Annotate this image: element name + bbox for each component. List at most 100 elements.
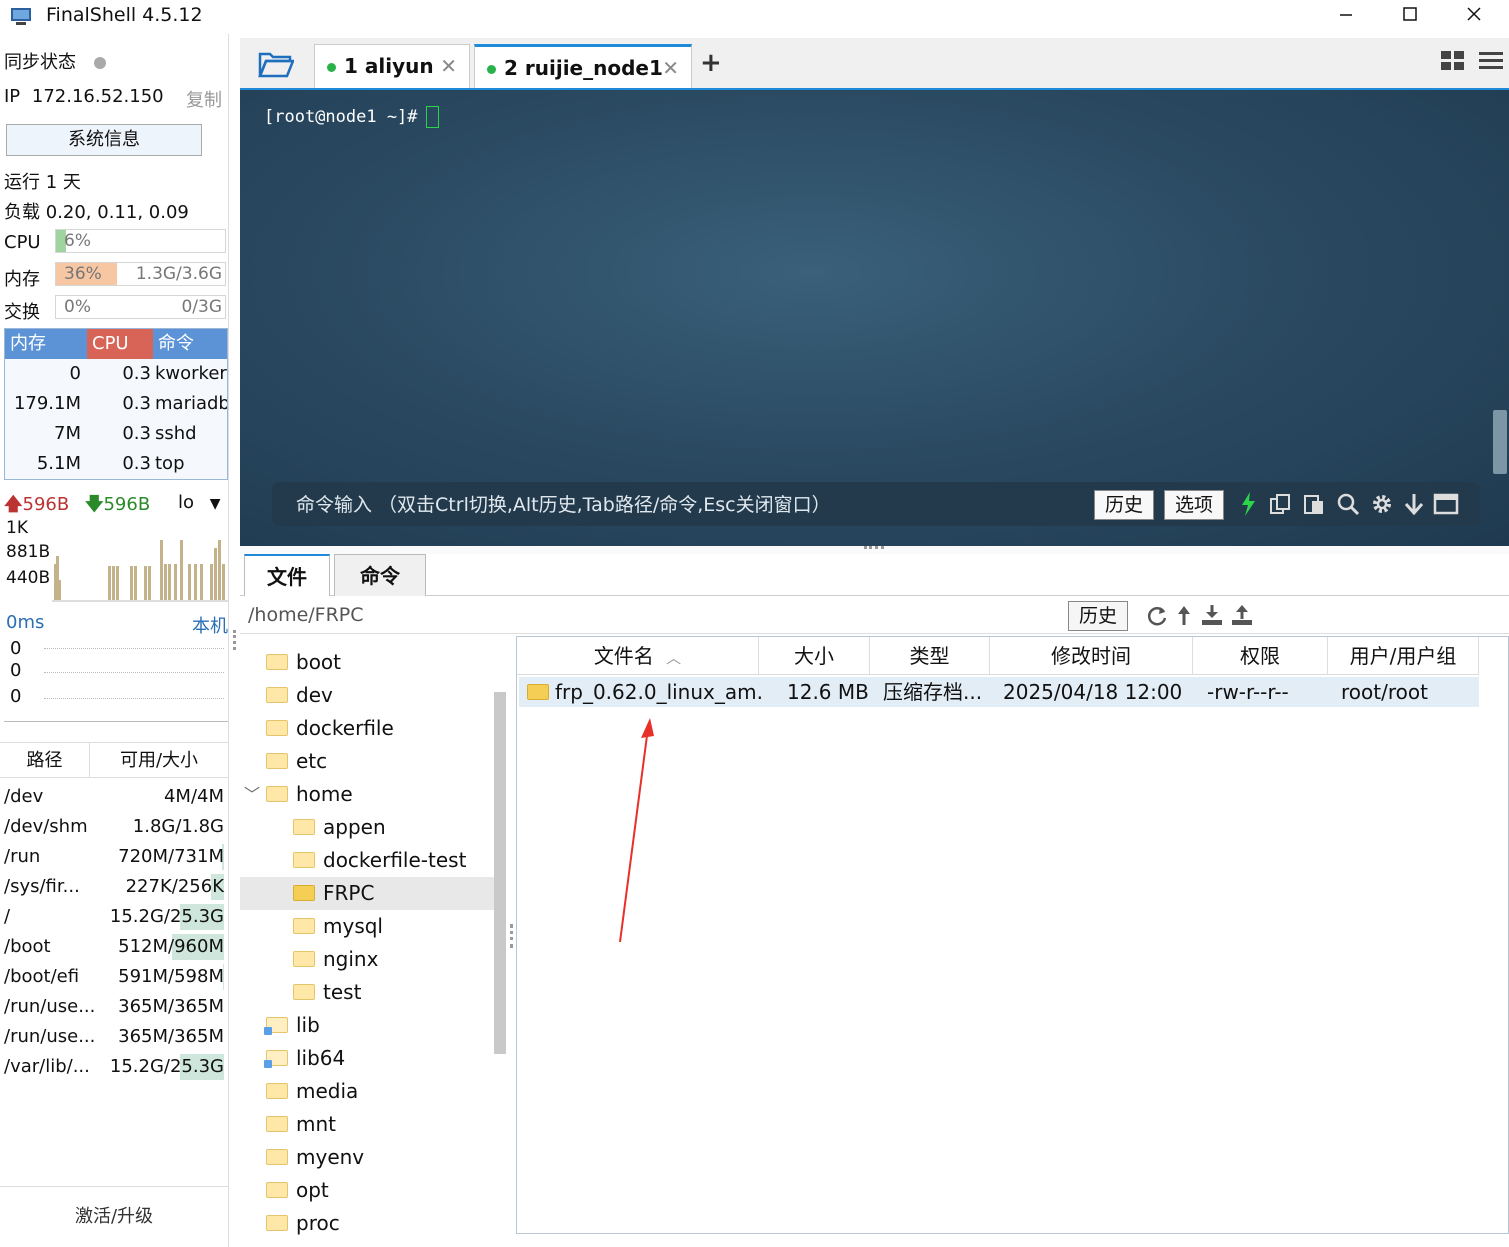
tree-node-dev[interactable]: dev [266, 679, 333, 712]
tree-node-boot[interactable]: boot [266, 646, 341, 679]
tree-node-media[interactable]: media [266, 1075, 358, 1108]
tab-aliyun[interactable]: 1 aliyun ✕ [314, 44, 470, 88]
copy-ip-link[interactable]: 复制 [186, 86, 222, 112]
parent-dir-button[interactable] [1176, 604, 1192, 630]
tree-splitter-handle[interactable] [510, 924, 513, 948]
disk-row[interactable]: /sys/fir... 227K/256K [0, 872, 228, 902]
column-header-size[interactable]: 大小 [759, 637, 870, 675]
tree-node-lib64[interactable]: lib64 [264, 1042, 345, 1075]
tree-node-lib[interactable]: lib [264, 1009, 320, 1042]
process-row[interactable]: 7M 0.3 sshd [5, 419, 227, 449]
process-cpu: 0.3 [122, 423, 151, 444]
process-row[interactable]: 0 0.3 kworker/ [5, 359, 227, 389]
add-tab-button[interactable]: + [700, 48, 722, 78]
command-input-bar[interactable]: 命令输入 （双击Ctrl切换,Alt历史,Tab路径/命令,Esc关闭窗口） 历… [272, 482, 1480, 526]
process-header-cpu[interactable]: CPU [87, 329, 153, 359]
disk-row[interactable]: /dev/shm 1.8G/1.8G [0, 812, 228, 842]
tree-node-opt[interactable]: opt [266, 1174, 329, 1207]
open-folder-button[interactable] [258, 50, 295, 82]
menu-button[interactable] [1478, 50, 1504, 76]
process-row[interactable]: 179.1M 0.3 mariadb [5, 389, 227, 419]
disk-row[interactable]: /dev 4M/4M [0, 782, 228, 812]
network-bar [180, 540, 183, 600]
disk-row[interactable]: /run 720M/731M [0, 842, 228, 872]
refresh-button[interactable] [1146, 604, 1168, 630]
tree-node-etc[interactable]: etc [266, 745, 327, 778]
paste-icon[interactable] [1300, 490, 1328, 518]
tree-node-dockerfile-test[interactable]: dockerfile-test [293, 844, 466, 877]
copy-icon[interactable] [1266, 490, 1294, 518]
close-tab-icon[interactable]: ✕ [662, 47, 679, 89]
tab-commands[interactable]: 命令 [334, 554, 426, 596]
disk-row[interactable]: /var/lib/... 15.2G/25.3G [0, 1052, 228, 1082]
disk-row[interactable]: /run/use... 365M/365M [0, 1022, 228, 1052]
chevron-down-icon[interactable]: ﹀ [244, 778, 260, 811]
process-mem: 179.1M [13, 393, 81, 414]
process-row[interactable]: 5.1M 0.3 top [5, 449, 227, 479]
column-header-modified[interactable]: 修改时间 [990, 637, 1193, 675]
minimize-button[interactable] [1314, 0, 1378, 32]
disk-row[interactable]: /boot/efi 591M/598M [0, 962, 228, 992]
maximize-button[interactable] [1378, 0, 1442, 32]
download-arrow-icon: 🡇 [84, 494, 104, 515]
tree-node-dockerfile[interactable]: dockerfile [266, 712, 394, 745]
ping-host[interactable]: 本机 [192, 612, 228, 638]
current-path-input[interactable]: /home/FRPC [248, 604, 364, 626]
terminal-pane[interactable]: [root@node1 ~]# 命令输入 （双击Ctrl切换,Alt历史,Tab… [240, 90, 1509, 546]
tree-node-mysql[interactable]: mysql [293, 910, 383, 943]
network-bar [160, 540, 163, 600]
tab-files[interactable]: 文件 [244, 554, 330, 596]
mem-meter: 36% 1.3G/3.6G [55, 262, 226, 286]
disk-row[interactable]: / 15.2G/25.3G [0, 902, 228, 932]
command-options-button[interactable]: 选项 [1164, 490, 1225, 520]
disk-path: /run/use... [4, 1026, 96, 1047]
folder-link-icon [264, 1049, 288, 1068]
column-header-owner[interactable]: 用户/用户组 [1328, 637, 1479, 675]
left-splitter-handle[interactable] [233, 630, 236, 650]
column-header-name[interactable]: 文件名 ︿ [517, 637, 759, 675]
tree-node-proc[interactable]: proc [266, 1207, 340, 1240]
command-history-button[interactable]: 历史 [1094, 490, 1155, 520]
ping-value: 0 [10, 686, 22, 707]
terminal-scrollbar[interactable] [1493, 410, 1507, 474]
system-info-button[interactable]: 系统信息 [6, 124, 202, 156]
ip-label: IP [4, 86, 21, 107]
tree-node-nginx[interactable]: nginx [293, 943, 378, 976]
file-row[interactable]: frp_0.62.0_linux_am... 12.6 MB 压缩存档... 2… [519, 677, 1479, 707]
disk-row[interactable]: /run/use... 365M/365M [0, 992, 228, 1022]
search-icon[interactable] [1334, 490, 1362, 518]
disk-header-size[interactable]: 可用/大小 [90, 742, 228, 778]
disk-row[interactable]: /boot 512M/960M [0, 932, 228, 962]
command-input-placeholder[interactable]: 命令输入 （双击Ctrl切换,Alt历史,Tab路径/命令,Esc关闭窗口） [296, 490, 831, 517]
column-header-permissions[interactable]: 权限 [1193, 637, 1328, 675]
tree-scrollbar[interactable] [494, 692, 506, 1054]
tree-node-myenv[interactable]: myenv [266, 1141, 364, 1174]
tree-node-mnt[interactable]: mnt [266, 1108, 336, 1141]
activate-upgrade-link[interactable]: 激活/升级 [0, 1186, 228, 1247]
download-icon[interactable] [1400, 490, 1428, 518]
disk-header-path[interactable]: 路径 [0, 742, 90, 778]
tree-node-test[interactable]: test [293, 976, 361, 1009]
tree-node-appen[interactable]: appen [293, 811, 386, 844]
close-button[interactable] [1442, 0, 1506, 32]
column-header-type[interactable]: 类型 [870, 637, 990, 675]
download-file-button[interactable] [1200, 604, 1224, 630]
terminal-cursor [425, 106, 439, 128]
file-name: frp_0.62.0_linux_am... [555, 680, 761, 704]
lightning-icon[interactable] [1234, 490, 1262, 518]
process-header-cmd[interactable]: 命令 [153, 329, 227, 359]
layout-grid-button[interactable] [1440, 50, 1466, 76]
close-tab-icon[interactable]: ✕ [440, 45, 457, 87]
window-icon[interactable] [1432, 490, 1460, 518]
tree-node-frpc[interactable]: FRPC [240, 877, 494, 910]
server-status-panel: 同步状态 IP 172.16.52.150 复制 系统信息 运行 1 天 负载 … [0, 34, 238, 1247]
sync-status-label: 同步状态 [4, 52, 76, 73]
gear-icon[interactable] [1368, 490, 1396, 518]
upload-file-button[interactable] [1230, 604, 1254, 630]
process-header-mem[interactable]: 内存 [5, 329, 87, 359]
tree-node-home[interactable]: ﹀ home [244, 778, 353, 811]
horizontal-splitter[interactable] [240, 546, 1509, 554]
tab-ruijie-node1[interactable]: 2 ruijie_node1 ✕ [474, 44, 692, 88]
path-history-button[interactable]: 历史 [1068, 601, 1129, 631]
interface-select[interactable]: lo ▼ [178, 492, 221, 513]
